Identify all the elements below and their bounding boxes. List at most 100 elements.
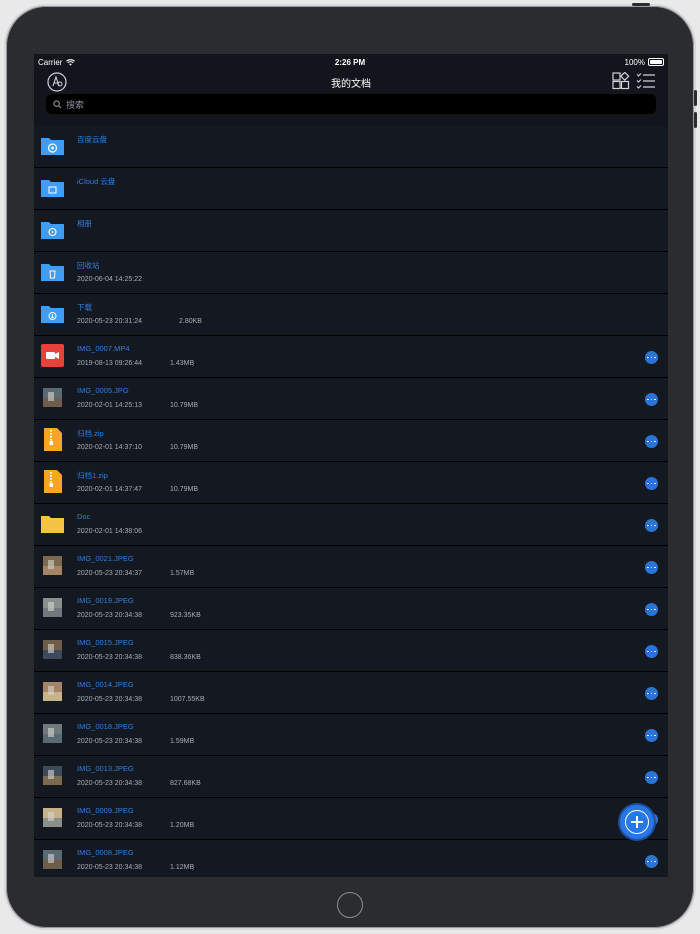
file-date: 2020-05-23 20:34:38	[77, 738, 142, 745]
more-dot-icon	[650, 692, 653, 695]
select-button[interactable]	[636, 72, 656, 93]
file-size: 1007.55KB	[170, 696, 205, 703]
file-row[interactable]: IMG_0019.JPEG 2020-05-23 20:34:38 923.35KB	[34, 588, 668, 630]
file-size: 827.68KB	[170, 780, 201, 787]
layout-toggle-button[interactable]	[612, 71, 630, 93]
file-row[interactable]: IMG_0007.MP4 2019-08-13 09:26:44 1.43MB	[34, 336, 668, 378]
file-date: 2020-05-23 20:34:38	[77, 654, 142, 661]
file-row[interactable]: 归档.zip 2020-02-01 14:37:10 10.79MB	[34, 420, 668, 462]
carrier-label: Carrier	[38, 57, 63, 67]
more-options-button[interactable]	[645, 561, 658, 574]
file-name: 归档.zip	[77, 429, 104, 438]
add-button[interactable]	[620, 805, 654, 839]
file-row[interactable]: 归档1.zip 2020-02-01 14:37:47 10.79MB	[34, 462, 668, 504]
folder-download-icon	[40, 301, 65, 326]
file-name: IMG_0019.JPEG	[77, 596, 134, 605]
file-size: 1.57MB	[170, 570, 195, 577]
file-size: 2.80KB	[179, 318, 202, 325]
file-name: 百度云盘	[77, 135, 107, 144]
more-dot-icon	[647, 356, 650, 359]
file-name: 下载	[77, 303, 92, 312]
more-options-button[interactable]	[645, 645, 658, 658]
file-name: 相册	[77, 219, 92, 228]
file-date: 2020-05-23 20:34:38	[77, 864, 142, 871]
more-dot-icon	[653, 398, 656, 401]
more-options-button[interactable]	[645, 729, 658, 742]
file-date: 2020-02-01 14:38:06	[77, 528, 142, 535]
file-name: IMG_0014.JPEG	[77, 680, 134, 689]
file-row[interactable]: IMG_0013.JPEG 2020-05-23 20:34:38 827.68KB	[34, 756, 668, 798]
more-dot-icon	[650, 398, 653, 401]
more-dot-icon	[653, 566, 656, 569]
file-name: Doc	[77, 512, 91, 521]
image-thumbnail	[40, 595, 65, 620]
file-size: 1.12MB	[170, 864, 195, 871]
folder-yellow-icon	[40, 511, 65, 536]
more-dot-icon	[647, 482, 650, 485]
file-row[interactable]: IMG_0018.JPEG 2020-05-23 20:34:38 1.59MB	[34, 714, 668, 756]
more-options-button[interactable]	[645, 477, 658, 490]
power-button	[632, 3, 650, 6]
more-options-button[interactable]	[645, 687, 658, 700]
checklist-icon	[636, 73, 655, 89]
folder-trash-icon	[40, 259, 65, 284]
more-dot-icon	[650, 524, 653, 527]
more-dot-icon	[650, 734, 653, 737]
more-options-button[interactable]	[645, 519, 658, 532]
home-button[interactable]	[337, 892, 363, 918]
video-icon	[40, 343, 65, 368]
file-date: 2020-05-23 20:34:38	[77, 612, 142, 619]
more-dot-icon	[647, 734, 650, 737]
file-name: IMG_0018.JPEG	[77, 722, 134, 731]
more-dot-icon	[647, 566, 650, 569]
search-icon	[53, 99, 62, 108]
file-row[interactable]: 百度云盘	[34, 126, 668, 168]
more-options-button[interactable]	[645, 771, 658, 784]
file-row[interactable]: IMG_0005.JPG 2020-02-01 14:25:13 10.79MB	[34, 378, 668, 420]
image-thumbnail	[40, 385, 65, 410]
avatar-icon	[47, 72, 67, 92]
more-options-button[interactable]	[645, 351, 658, 364]
file-row[interactable]: 下载 2020-05-23 20:31:24 2.80KB	[34, 294, 668, 336]
more-options-button[interactable]	[645, 855, 658, 868]
more-dot-icon	[653, 776, 656, 779]
file-row[interactable]: IMG_0015.JPEG 2020-05-23 20:34:38 838.36KB	[34, 630, 668, 672]
file-date: 2020-05-23 20:34:38	[77, 822, 142, 829]
more-dot-icon	[650, 440, 653, 443]
more-dot-icon	[647, 860, 650, 863]
file-row[interactable]: IMG_0008.JPEG 2020-05-23 20:34:38 1.12MB	[34, 840, 668, 877]
file-row[interactable]: IMG_0009.JPEG 2020-05-23 20:34:38 1.20MB	[34, 798, 668, 840]
page-title: 我的文档	[331, 78, 371, 90]
search-placeholder: 搜索	[66, 99, 85, 110]
account-button[interactable]	[47, 72, 67, 92]
more-options-button[interactable]	[645, 435, 658, 448]
app-screen: Carrier 2:26 PM 100% 我的文档 搜索 百度云盘 iCloud…	[34, 54, 668, 877]
file-row[interactable]: 相册	[34, 210, 668, 252]
navigation-bar: 我的文档	[34, 70, 668, 94]
more-options-button[interactable]	[645, 603, 658, 616]
file-row[interactable]: IMG_0021.JPEG 2020-05-23 20:34:37 1.57MB	[34, 546, 668, 588]
file-date: 2019-08-13 09:26:44	[77, 360, 142, 367]
image-thumbnail	[40, 847, 65, 872]
image-thumbnail	[40, 679, 65, 704]
folder-photos-icon	[40, 217, 65, 242]
more-options-button[interactable]	[645, 393, 658, 406]
file-row[interactable]: iCloud 云盘	[34, 168, 668, 210]
file-name: 回收站	[77, 261, 100, 270]
more-dot-icon	[647, 776, 650, 779]
status-bar: Carrier 2:26 PM 100%	[34, 54, 668, 70]
file-row[interactable]: Doc 2020-02-01 14:38:06	[34, 504, 668, 546]
file-date: 2020-02-01 14:37:10	[77, 444, 142, 451]
more-dot-icon	[653, 440, 656, 443]
search-bar[interactable]: 搜索	[46, 94, 656, 114]
file-name: IMG_0013.JPEG	[77, 764, 134, 773]
volume-down-button	[694, 112, 697, 128]
file-row[interactable]: 回收站 2020-06-04 14:25:22	[34, 252, 668, 294]
folder-baidu-icon	[40, 133, 65, 158]
more-dot-icon	[650, 860, 653, 863]
file-row[interactable]: IMG_0014.JPEG 2020-05-23 20:34:38 1007.55K…	[34, 672, 668, 714]
file-size: 838.36KB	[170, 654, 201, 661]
file-size: 923.35KB	[170, 612, 201, 619]
file-date: 2020-05-23 20:34:38	[77, 696, 142, 703]
more-dot-icon	[650, 566, 653, 569]
